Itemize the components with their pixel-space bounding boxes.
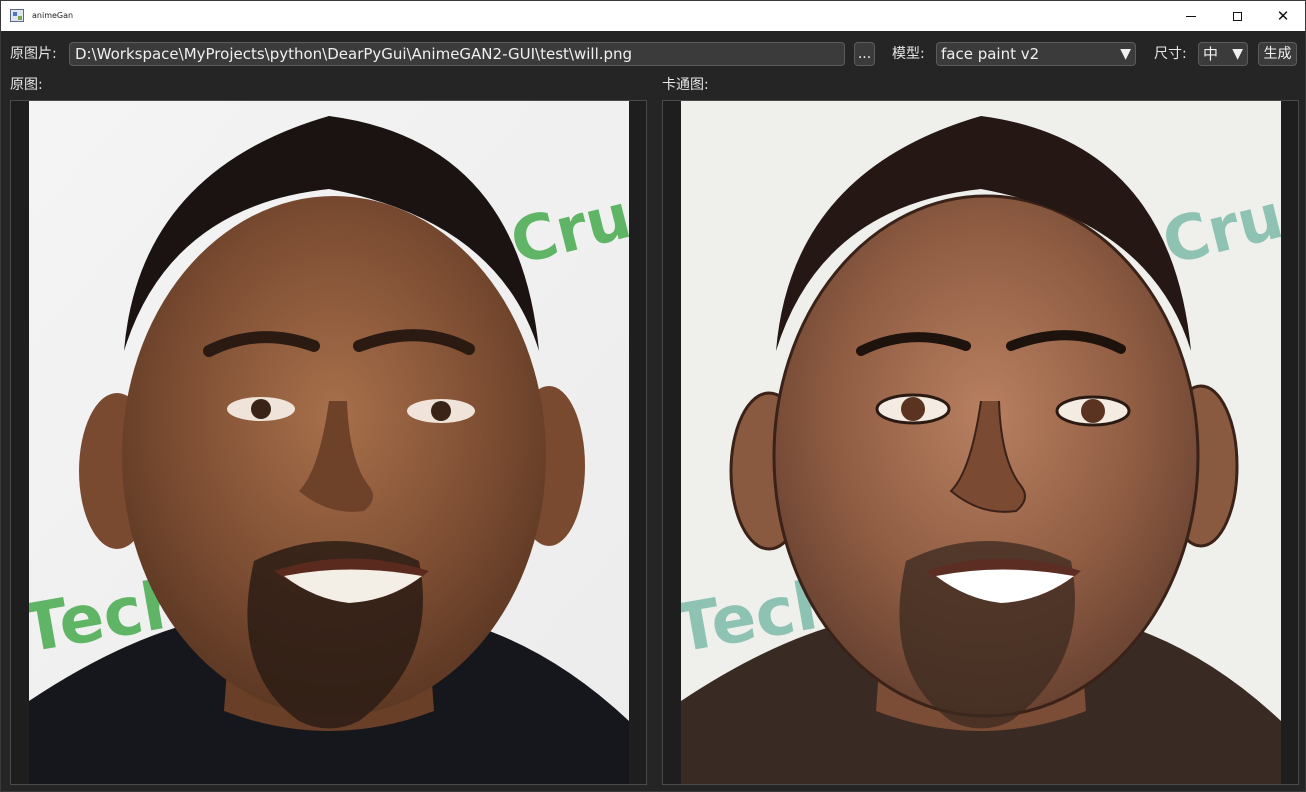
chevron-down-icon: ▼ [1232,46,1243,62]
title-bar[interactable]: animeGan ✕ [1,1,1305,31]
app-window-icon [10,9,24,22]
generate-button[interactable]: 生成 [1258,42,1297,66]
model-select[interactable]: face paint v2 ▼ [936,42,1136,66]
size-label: 尺寸: [1154,46,1187,62]
maximize-icon [1232,11,1242,21]
source-path-input[interactable]: D:\Workspace\MyProjects\python\DearPyGui… [69,42,845,66]
cartoon-image-label: 卡通图: [662,77,709,93]
maximize-button[interactable] [1214,1,1260,31]
cartoon-portrait-illustration: Cru Tech [681,101,1281,784]
cartoon-photo: Cru Tech [681,101,1281,784]
browse-button[interactable]: ... [854,42,875,66]
model-label: 模型: [892,46,925,62]
minimize-button[interactable] [1168,1,1214,31]
chevron-down-icon: ▼ [1120,46,1131,62]
close-button[interactable]: ✕ [1260,1,1306,31]
original-photo: Cru Tech [29,101,629,784]
close-icon: ✕ [1276,6,1290,25]
cartoon-image-panel: Cru Tech [662,100,1299,785]
original-portrait-illustration: Cru Tech [29,101,629,784]
minimize-icon [1186,15,1196,17]
original-image-panel: Cru Tech [10,100,647,785]
window-title: animeGan [32,11,74,20]
app-window: animeGan ✕ 原图片: D:\Workspace\MyProjects\… [0,0,1306,792]
source-image-label: 原图片: [10,46,57,62]
model-select-value: face paint v2 [941,45,1040,63]
size-select-value: 中 [1203,45,1219,63]
original-image-label: 原图: [10,77,43,93]
size-select[interactable]: 中 ▼ [1198,42,1248,66]
